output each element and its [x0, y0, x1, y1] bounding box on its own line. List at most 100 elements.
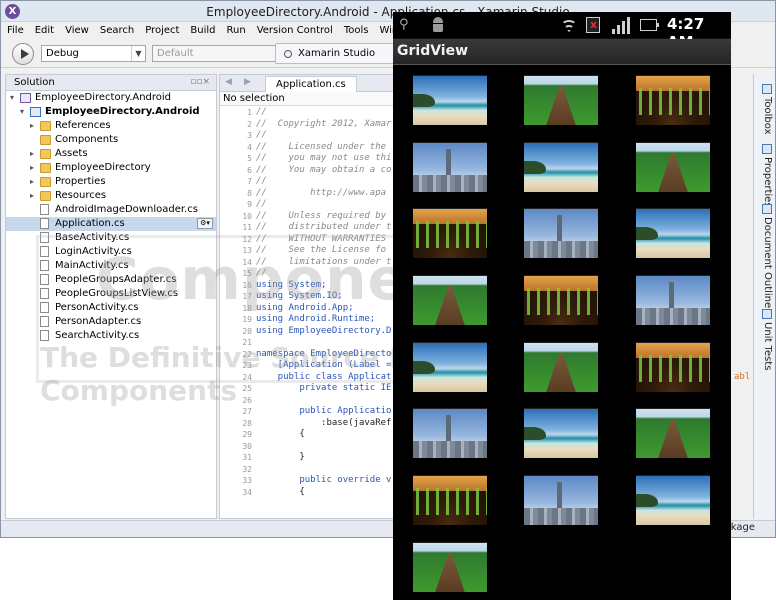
menu-project[interactable]: Project: [139, 23, 184, 39]
code-text: // http://www.apa: [256, 187, 387, 198]
back-arrow-icon[interactable]: ◀: [225, 77, 232, 87]
status-icon: [284, 50, 292, 58]
folder-icon: [40, 191, 51, 201]
menu-build[interactable]: Build: [184, 23, 220, 39]
menu-search[interactable]: Search: [94, 23, 139, 39]
grid-image-beach[interactable]: [524, 142, 598, 192]
tree-item[interactable]: ▸ Resources: [6, 189, 216, 203]
tree-item[interactable]: Application.cs ⚙▾: [6, 217, 216, 231]
tree-item[interactable]: BaseActivity.cs: [6, 231, 216, 245]
pad-unit-tests[interactable]: Unit Tests: [757, 309, 773, 370]
tree-item[interactable]: ▸ References: [6, 119, 216, 133]
pad-controls-icon[interactable]: ▫▫×: [190, 77, 210, 87]
tree-item[interactable]: ▾ EmployeeDirectory.Android: [6, 105, 216, 119]
line-number: 22: [242, 349, 252, 359]
item-options-icon[interactable]: ⚙▾: [197, 218, 213, 229]
grid-image-city[interactable]: [524, 475, 598, 525]
code-line: 31 }: [220, 452, 395, 464]
grid-image-beach[interactable]: [524, 408, 598, 458]
tree-item[interactable]: PeopleGroupsAdapter.cs: [6, 273, 216, 287]
run-button[interactable]: [12, 43, 34, 65]
tree-item-label: LoginActivity.cs: [55, 246, 132, 257]
code-text: // you may not use thi: [256, 153, 392, 163]
menu-run[interactable]: Run: [221, 23, 251, 39]
chevron-down-icon[interactable]: ▾: [10, 91, 18, 105]
tree-item[interactable]: PersonActivity.cs: [6, 301, 216, 315]
chevron-right-icon[interactable]: ▸: [30, 189, 38, 203]
grid-image-sprout[interactable]: [413, 208, 487, 258]
grid-image-field[interactable]: [524, 75, 598, 125]
grid-image-beach[interactable]: [413, 75, 487, 125]
menu-file[interactable]: File: [1, 23, 29, 39]
platform-select[interactable]: Default: [152, 45, 279, 62]
tree-item[interactable]: MainActivity.cs: [6, 259, 216, 273]
menu-view[interactable]: View: [59, 23, 94, 39]
grid-image-sprout[interactable]: [636, 75, 710, 125]
file-icon: [40, 302, 49, 313]
code-text: {: [256, 429, 305, 439]
line-number: 27: [242, 407, 252, 416]
grid-image-sprout[interactable]: [636, 342, 710, 392]
grid-image-sprout[interactable]: [524, 275, 598, 325]
menu-tools[interactable]: Tools: [338, 23, 374, 39]
line-number: 10: [242, 211, 252, 221]
pad-document-outline[interactable]: Document Outline: [757, 204, 773, 308]
chevron-right-icon[interactable]: ▸: [30, 161, 38, 175]
code-text: using Android.Runtime;: [256, 314, 376, 324]
tree-item[interactable]: ▸ Properties: [6, 175, 216, 189]
app-title: GridView: [397, 43, 469, 59]
grid-image-city[interactable]: [413, 142, 487, 192]
tab-application-cs[interactable]: Application.cs: [265, 76, 357, 92]
menu-version-control[interactable]: Version Control: [251, 23, 338, 39]
line-number: 6: [247, 165, 252, 175]
file-icon: [40, 232, 49, 243]
code-area[interactable]: 1 // 2 // Copyright 2012, Xamar 3 // 4 // Licen…: [220, 106, 395, 498]
truncated-code-fragment: abl: [734, 372, 751, 382]
chevron-right-icon[interactable]: ▸: [30, 175, 38, 189]
pad-toolbox[interactable]: Toolbox: [757, 84, 773, 135]
tree-item[interactable]: PersonAdapter.cs: [6, 315, 216, 329]
pad-properties[interactable]: Properties: [757, 144, 773, 208]
tree-item[interactable]: AndroidImageDownloader.cs: [6, 203, 216, 217]
grid-image-beach[interactable]: [413, 342, 487, 392]
tree-item[interactable]: LoginActivity.cs: [6, 245, 216, 259]
code-text: using System;: [256, 279, 327, 290]
grid-image-field[interactable]: [413, 542, 487, 592]
folder-icon: [40, 163, 51, 173]
grid-image-sprout[interactable]: [413, 475, 487, 525]
code-text: private static IE: [256, 383, 392, 393]
code-text: using EmployeeDirectory.D: [256, 325, 392, 336]
forward-arrow-icon[interactable]: ▶: [244, 77, 251, 87]
menu-edit[interactable]: Edit: [29, 23, 59, 39]
chevron-down-icon[interactable]: ▼: [131, 46, 145, 61]
tree-item[interactable]: ▾ EmployeeDirectory.Android: [6, 91, 216, 105]
pad-label: Document Outline: [762, 217, 773, 309]
grid-image-city[interactable]: [413, 408, 487, 458]
configuration-select[interactable]: Debug ▼: [41, 45, 146, 62]
tree-item[interactable]: ▸ Assets: [6, 147, 216, 161]
solution-pad-header: Solution ▫▫×: [6, 75, 216, 91]
grid-image-field[interactable]: [636, 408, 710, 458]
code-line: 6 // You may obtain a co: [220, 165, 395, 177]
grid-image-city[interactable]: [524, 208, 598, 258]
tree-item-label: PersonActivity.cs: [55, 302, 139, 313]
tree-item[interactable]: Components: [6, 133, 216, 147]
code-line: 17 using System.IO;: [220, 291, 395, 303]
grid-image-beach[interactable]: [636, 208, 710, 258]
tree-item[interactable]: ▸ EmployeeDirectory: [6, 161, 216, 175]
grid-image-beach[interactable]: [636, 475, 710, 525]
tree-item[interactable]: PeopleGroupsListView.cs: [6, 287, 216, 301]
grid-image-city[interactable]: [636, 275, 710, 325]
file-icon: [40, 288, 49, 299]
grid-view[interactable]: [393, 65, 731, 600]
chevron-right-icon[interactable]: ▸: [30, 119, 38, 133]
grid-image-field[interactable]: [413, 275, 487, 325]
grid-image-field[interactable]: [524, 342, 598, 392]
grid-image-field[interactable]: [636, 142, 710, 192]
tree-item-label: PeopleGroupsAdapter.cs: [55, 274, 177, 285]
chevron-down-icon[interactable]: ▾: [20, 105, 28, 119]
tree-item-label: SearchActivity.cs: [55, 330, 140, 341]
solution-tree: ▾ EmployeeDirectory.Android ▾ EmployeeDirec…: [6, 91, 216, 343]
tree-item[interactable]: SearchActivity.cs: [6, 329, 216, 343]
chevron-right-icon[interactable]: ▸: [30, 147, 38, 161]
